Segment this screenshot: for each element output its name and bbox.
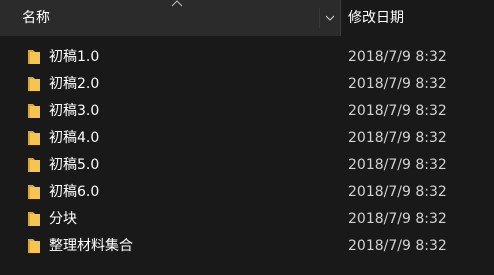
file-date-modified: 2018/7/9 8:32	[348, 238, 447, 254]
file-name: 初稿1.0	[49, 49, 100, 65]
folder-icon	[28, 77, 40, 91]
list-item[interactable]: 初稿6.0 2018/7/9 8:32	[0, 179, 494, 206]
column-header-name[interactable]: 名称	[0, 0, 340, 36]
list-item[interactable]: 初稿2.0 2018/7/9 8:32	[0, 71, 494, 98]
file-name: 整理材料集合	[49, 238, 133, 254]
list-item[interactable]: 分块 2018/7/9 8:32	[0, 206, 494, 233]
list-item[interactable]: 初稿5.0 2018/7/9 8:32	[0, 152, 494, 179]
list-item[interactable]: 初稿1.0 2018/7/9 8:32	[0, 44, 494, 71]
folder-icon	[28, 131, 40, 145]
list-item[interactable]: 初稿3.0 2018/7/9 8:32	[0, 98, 494, 125]
column-header-bar: 名称 修改日期	[0, 0, 494, 36]
file-date-modified: 2018/7/9 8:32	[348, 130, 447, 146]
column-filter-dropdown-button[interactable]	[319, 8, 340, 28]
file-name: 初稿5.0	[49, 157, 100, 173]
file-date-modified: 2018/7/9 8:32	[348, 184, 447, 200]
file-date-modified: 2018/7/9 8:32	[348, 211, 447, 227]
column-header-date-modified[interactable]: 修改日期	[348, 10, 404, 26]
file-list: 初稿1.0 2018/7/9 8:32 初稿2.0 2018/7/9 8:32 …	[0, 44, 494, 260]
list-item[interactable]: 初稿4.0 2018/7/9 8:32	[0, 125, 494, 152]
file-name: 初稿6.0	[49, 184, 100, 200]
column-header-name-label: 名称	[22, 10, 50, 26]
folder-icon	[28, 239, 40, 253]
file-date-modified: 2018/7/9 8:32	[348, 157, 447, 173]
file-date-modified: 2018/7/9 8:32	[348, 49, 447, 65]
sort-ascending-icon	[171, 0, 183, 7]
folder-icon	[28, 50, 40, 64]
chevron-down-icon	[325, 15, 335, 21]
file-name: 分块	[49, 211, 77, 227]
file-date-modified: 2018/7/9 8:32	[348, 76, 447, 92]
folder-icon	[28, 104, 40, 118]
file-name: 初稿3.0	[49, 103, 100, 119]
file-name: 初稿4.0	[49, 130, 100, 146]
column-divider[interactable]	[340, 0, 341, 36]
folder-icon	[28, 185, 40, 199]
file-name: 初稿2.0	[49, 76, 100, 92]
file-date-modified: 2018/7/9 8:32	[348, 103, 447, 119]
folder-icon	[28, 158, 40, 172]
folder-icon	[28, 212, 40, 226]
list-item[interactable]: 整理材料集合 2018/7/9 8:32	[0, 233, 494, 260]
